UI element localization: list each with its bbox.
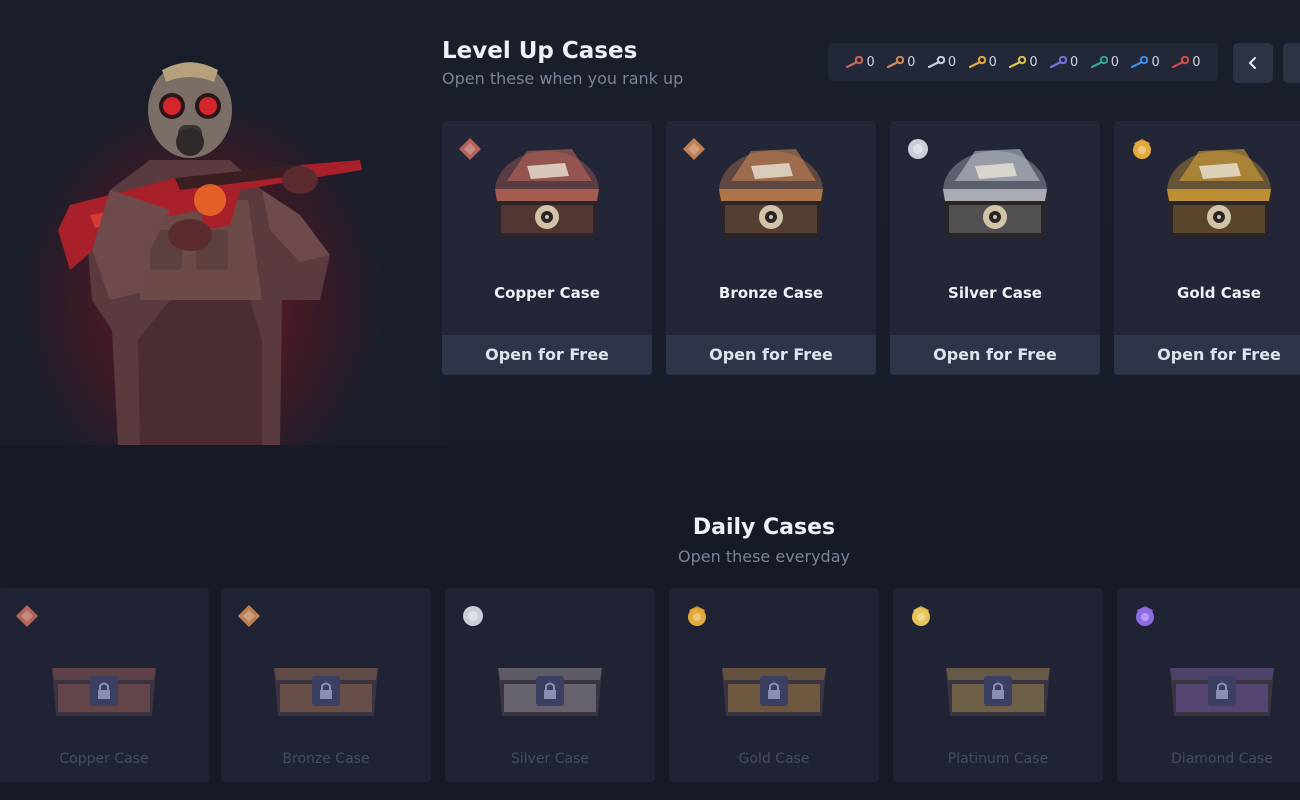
key-count-item: 0 [1049,55,1078,70]
case-name: Bronze Case [282,751,370,767]
key-count-item: 0 [845,54,875,70]
rank-badge-icon [461,604,485,632]
key-count-item: 0 [968,55,997,70]
lock-icon [722,668,826,716]
rank-badge-icon [682,137,706,165]
open-for-free-button[interactable]: Open for Free [890,335,1100,375]
rank-badge-icon [1130,137,1154,165]
open-for-free-button[interactable]: Open for Free [666,335,876,375]
key-icon [1049,56,1068,68]
hero-character-image [0,0,445,445]
key-icon [887,56,905,68]
rank-badge-icon [15,604,39,632]
chevron-left-icon [1249,57,1256,69]
lock-icon [946,668,1050,716]
case-name: Bronze Case [718,284,824,302]
daily-case-card[interactable]: Platinum Case [893,588,1103,782]
daily-title: Daily Cases [692,515,836,540]
case-name: Silver Case [510,751,590,767]
case-name: Gold Case [738,751,810,767]
locked-case-image [490,620,610,724]
case-image [487,141,607,245]
key-count-item: 0 [1130,54,1160,70]
level-up-case-card[interactable]: Bronze Case Open for Free [666,121,876,375]
key-count: 0 [988,54,997,70]
case-image [935,141,1055,245]
key-count: 0 [1029,54,1038,70]
key-icon [1131,56,1149,68]
key-count-item: 0 [886,55,915,70]
case-name: Copper Case [494,284,600,302]
case-name: Diamond Case [1171,751,1273,767]
lock-icon [274,668,378,716]
level-up-case-card[interactable]: Silver Case Open for Free [890,121,1100,375]
rank-badge-icon [906,137,930,165]
key-count-item: 0 [1090,55,1119,70]
key-icon [1172,56,1190,68]
rank-badge-icon [458,137,482,165]
case-image [1159,141,1279,245]
open-for-free-button[interactable]: Open for Free [442,335,652,375]
key-count: 0 [1070,54,1079,70]
key-icon [1090,56,1108,68]
case-image [711,141,831,245]
key-count: 0 [907,54,916,70]
key-count: 0 [866,54,875,70]
locked-case-image [1162,620,1282,724]
rank-badge-icon [237,604,261,632]
locked-case-image [44,620,164,724]
key-count: 0 [1110,54,1120,70]
key-icon [968,56,986,68]
case-name: Gold Case [1177,284,1261,302]
key-count: 0 [1192,54,1201,70]
key-count-item: 0 [927,55,956,70]
key-icon [927,56,945,68]
case-name: Platinum Case [947,751,1049,767]
locked-case-image [714,620,834,724]
locked-case-image [938,620,1058,724]
level-up-case-card[interactable]: Gold Case Open for Free [1114,121,1300,375]
daily-case-card[interactable]: Diamond Case [1117,588,1300,782]
level-up-case-card[interactable]: Copper Case Open for Free [442,121,652,375]
key-count-item: 0 [1008,54,1038,70]
level-up-title: Level Up Cases [442,38,638,64]
lock-icon [52,668,156,716]
next-button[interactable] [1283,43,1300,83]
level-up-subtitle: Open these when you rank up [442,69,684,88]
case-name: Copper Case [59,751,149,767]
key-count-item: 0 [1171,55,1200,70]
daily-case-card[interactable]: Gold Case [669,588,879,782]
key-count: 0 [947,54,957,70]
open-for-free-button[interactable]: Open for Free [1114,335,1300,375]
rank-badge-icon [909,604,933,632]
soldier-illustration [58,62,362,445]
key-count: 0 [1151,54,1160,70]
key-icon [1009,56,1027,68]
key-icon [846,56,864,68]
locked-case-image [266,620,386,724]
rank-badge-icon [1133,604,1157,632]
keys-inventory-bar: 0 0 0 0 0 0 0 0 0 [828,43,1218,81]
previous-button[interactable] [1233,43,1273,83]
lock-icon [1170,668,1274,716]
daily-case-card[interactable]: Copper Case [0,588,209,782]
lock-icon [498,668,602,716]
daily-subtitle: Open these everyday [678,547,850,566]
daily-case-card[interactable]: Bronze Case [221,588,431,782]
daily-case-card[interactable]: Silver Case [445,588,655,782]
case-name: Silver Case [948,284,1042,302]
rank-badge-icon [685,604,709,632]
